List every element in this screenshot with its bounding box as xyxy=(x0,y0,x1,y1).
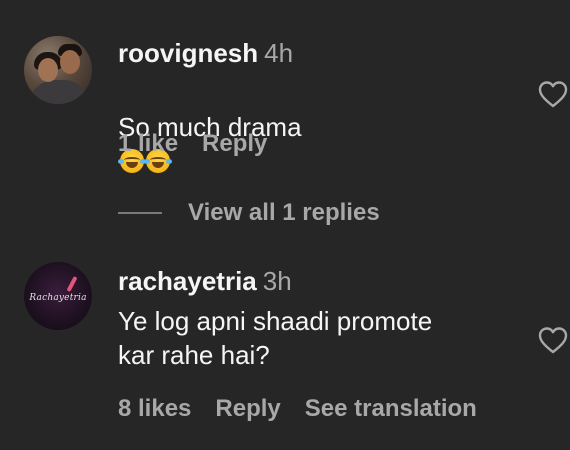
comments-screen: roovignesh 4h So much drama 1 like Reply V… xyxy=(0,0,570,450)
avatar-rachayetria[interactable]: Rachayetria xyxy=(24,262,92,330)
comment-text: So much drama xyxy=(118,76,518,178)
likes-count[interactable]: 8 likes xyxy=(118,395,191,422)
comment-header: rachayetria 3h xyxy=(118,266,292,296)
see-translation-button[interactable]: See translation xyxy=(305,395,477,422)
comment-header: roovignesh 4h xyxy=(118,38,293,68)
comment-actions: 8 likes Reply See translation xyxy=(118,395,501,423)
heart-outline-icon[interactable] xyxy=(538,326,568,354)
avatar-logo-text: Rachayetria xyxy=(29,293,87,303)
comment-actions: 1 like Reply xyxy=(118,130,291,158)
view-replies-button[interactable]: View all 1 replies xyxy=(118,198,380,228)
view-replies-label: View all 1 replies xyxy=(188,199,380,226)
likes-count[interactable]: 1 like xyxy=(118,130,178,157)
pen-mark xyxy=(66,275,78,293)
replies-divider xyxy=(118,212,162,214)
username[interactable]: rachayetria xyxy=(118,266,257,296)
timestamp: 3h xyxy=(262,266,292,296)
username[interactable]: roovignesh xyxy=(118,38,258,68)
reply-button[interactable]: Reply xyxy=(215,395,280,422)
reply-button[interactable]: Reply xyxy=(202,130,267,157)
avatar-figure xyxy=(38,58,58,82)
heart-outline-icon[interactable] xyxy=(538,80,568,108)
comment-body: Ye log apni shaadi promote kar rahe hai? xyxy=(118,306,433,370)
avatar-roovignesh[interactable] xyxy=(24,36,92,104)
timestamp: 4h xyxy=(264,38,294,68)
avatar-figure xyxy=(60,50,80,74)
avatar-figure xyxy=(30,80,88,104)
